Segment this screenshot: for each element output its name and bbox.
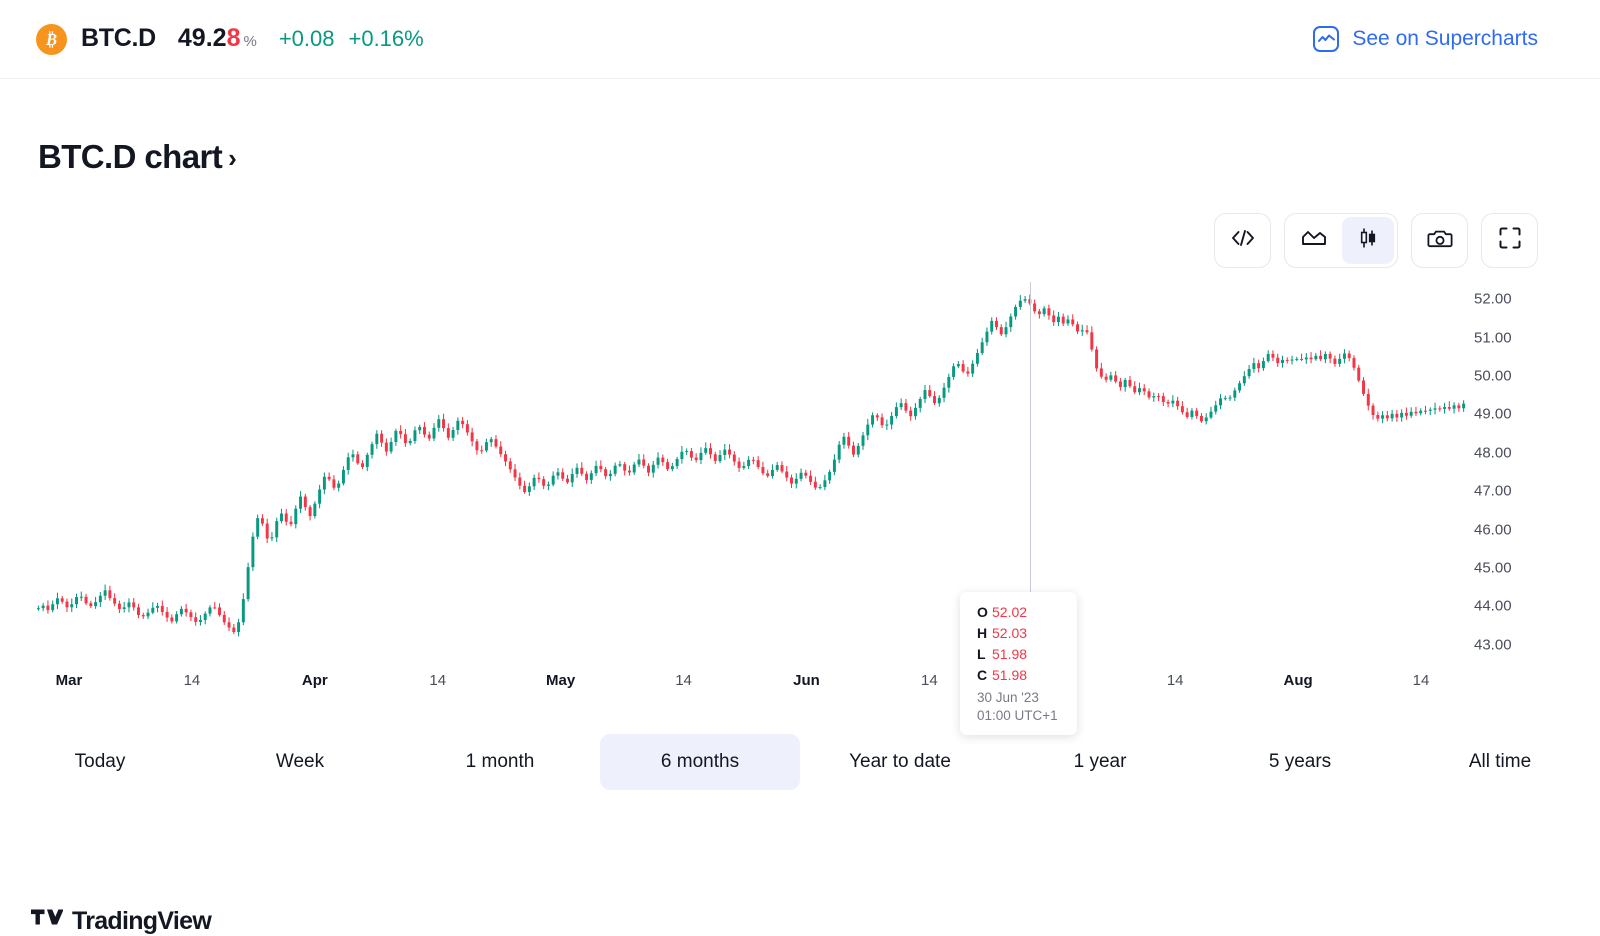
last-price-main: 49.2 bbox=[178, 24, 227, 52]
chevron-right-icon: › bbox=[228, 145, 236, 171]
see-on-supercharts-label: See on Supercharts bbox=[1352, 27, 1538, 51]
time-axis-tick: May bbox=[546, 672, 575, 689]
price-axis-tick: 45.00 bbox=[1474, 559, 1512, 576]
area-chart-button[interactable] bbox=[1288, 217, 1340, 264]
range-tab-label: 1 year bbox=[1074, 751, 1127, 773]
time-range-tabs: Today Week 1 month 6 months Year to date 1 ye… bbox=[0, 734, 1600, 790]
range-tab-5-years[interactable]: 5 years bbox=[1200, 734, 1400, 790]
range-tab-label: 6 months bbox=[661, 751, 739, 773]
tooltip-key-open: O bbox=[977, 604, 992, 620]
candlestick-series bbox=[36, 282, 1466, 660]
price-axis-tick: 52.00 bbox=[1474, 291, 1512, 308]
range-tab-label: 5 years bbox=[1269, 751, 1331, 773]
tooltip-date: 30 Jun '23 bbox=[977, 689, 1077, 707]
price-axis-tick: 46.00 bbox=[1474, 521, 1512, 538]
last-price: 49.28% bbox=[178, 24, 257, 53]
change-absolute: +0.08 bbox=[279, 26, 335, 52]
area-chart-icon bbox=[1301, 229, 1327, 252]
price-axis-tick: 49.00 bbox=[1474, 406, 1512, 423]
tooltip-key-close: C bbox=[977, 667, 992, 683]
tooltip-row-low: L 51.98 bbox=[977, 646, 1077, 662]
chart-area[interactable]: TradingView O 52.02 H 52.03 L 51.98 C 51… bbox=[0, 282, 1600, 712]
time-axis: Mar14Apr14May14Jun14Jul14Aug14 bbox=[0, 672, 1600, 702]
time-axis-tick: 14 bbox=[675, 672, 692, 689]
fullscreen-icon bbox=[1498, 226, 1522, 255]
range-tab-today[interactable]: Today bbox=[0, 734, 200, 790]
tooltip-row-open: O 52.02 bbox=[977, 604, 1077, 620]
time-axis-tick: 14 bbox=[1167, 672, 1184, 689]
price-axis-tick: 51.00 bbox=[1474, 329, 1512, 346]
page-title[interactable]: BTC.D chart › bbox=[38, 138, 236, 176]
time-axis-tick: Jun bbox=[793, 672, 820, 689]
range-tab-label: All time bbox=[1469, 751, 1531, 773]
candles-chart-button[interactable] bbox=[1342, 217, 1394, 264]
ticker-symbol: BTC.D bbox=[81, 24, 156, 53]
tooltip-datetime: 30 Jun '23 01:00 UTC+1 bbox=[977, 689, 1077, 725]
range-tab-label: Year to date bbox=[849, 751, 951, 773]
range-tab-week[interactable]: Week bbox=[200, 734, 400, 790]
range-tab-label: Today bbox=[75, 751, 126, 773]
chart-toolbar bbox=[1214, 213, 1538, 268]
range-tab-1-year[interactable]: 1 year bbox=[1000, 734, 1200, 790]
tradingview-watermark-text: TradingView bbox=[72, 907, 211, 936]
price-axis-tick: 43.00 bbox=[1474, 636, 1512, 653]
tooltip-value-high: 52.03 bbox=[992, 625, 1027, 641]
price-axis-tick: 47.00 bbox=[1474, 483, 1512, 500]
tradingview-watermark: TradingView bbox=[31, 907, 211, 936]
ticker-summary: B BTC.D 49.28% +0.08 +0.16% bbox=[36, 24, 424, 55]
candlestick-icon bbox=[1357, 227, 1379, 254]
time-axis-tick: 14 bbox=[1413, 672, 1430, 689]
price-axis-tick: 50.00 bbox=[1474, 368, 1512, 385]
see-on-supercharts-link[interactable]: See on Supercharts bbox=[1313, 26, 1538, 52]
tooltip-time: 01:00 UTC+1 bbox=[977, 707, 1077, 725]
price-axis-tick: 48.00 bbox=[1474, 444, 1512, 461]
time-axis-tick: Mar bbox=[56, 672, 83, 689]
tooltip-value-low: 51.98 bbox=[992, 646, 1027, 662]
code-icon bbox=[1230, 228, 1256, 253]
range-tab-all-time[interactable]: All time bbox=[1400, 734, 1600, 790]
time-axis-tick: 14 bbox=[184, 672, 201, 689]
range-tab-1-month[interactable]: 1 month bbox=[400, 734, 600, 790]
bitcoin-icon: B bbox=[36, 24, 67, 55]
time-axis-tick: 14 bbox=[921, 672, 938, 689]
ohlc-tooltip: O 52.02 H 52.03 L 51.98 C 51.98 30 Jun '… bbox=[960, 592, 1077, 735]
camera-icon bbox=[1427, 228, 1453, 254]
tooltip-value-close: 51.98 bbox=[992, 667, 1027, 683]
change-percent: +0.16% bbox=[348, 26, 423, 52]
last-price-tail: 8 bbox=[227, 24, 241, 52]
fullscreen-button[interactable] bbox=[1481, 213, 1538, 268]
time-axis-tick: 14 bbox=[429, 672, 446, 689]
range-tab-label: 1 month bbox=[466, 751, 535, 773]
page-header: B BTC.D 49.28% +0.08 +0.16% See on Super… bbox=[0, 0, 1600, 79]
tooltip-row-close: C 51.98 bbox=[977, 667, 1077, 683]
range-tab-6-months[interactable]: 6 months bbox=[600, 734, 800, 790]
tooltip-key-low: L bbox=[977, 646, 992, 662]
snapshot-button[interactable] bbox=[1411, 213, 1468, 268]
tooltip-row-high: H 52.03 bbox=[977, 625, 1077, 641]
page-title-text: BTC.D chart bbox=[38, 138, 222, 176]
tooltip-value-open: 52.02 bbox=[992, 604, 1027, 620]
embed-code-button[interactable] bbox=[1214, 213, 1271, 268]
chart-type-group bbox=[1284, 213, 1398, 268]
price-axis: 52.00 51.00 50.00 49.00 48.00 47.00 46.00 45.00… bbox=[1466, 282, 1600, 660]
tradingview-logo-icon bbox=[31, 908, 63, 935]
tooltip-key-high: H bbox=[977, 625, 992, 641]
line-chart-icon bbox=[1313, 26, 1339, 52]
time-axis-tick: Apr bbox=[302, 672, 328, 689]
range-tab-year-to-date[interactable]: Year to date bbox=[800, 734, 1000, 790]
price-axis-tick: 44.00 bbox=[1474, 598, 1512, 615]
svg-text:B: B bbox=[45, 29, 57, 48]
time-axis-tick: Aug bbox=[1283, 672, 1312, 689]
percent-sign: % bbox=[243, 33, 256, 50]
candlestick-plot[interactable] bbox=[36, 282, 1466, 660]
range-tab-label: Week bbox=[276, 751, 324, 773]
